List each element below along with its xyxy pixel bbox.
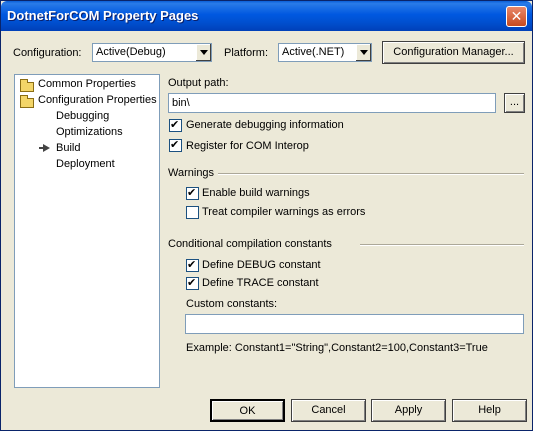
- divider: [218, 173, 524, 175]
- custom-constants-input[interactable]: [185, 314, 524, 334]
- configuration-select-value: Active(Debug): [96, 46, 166, 58]
- custom-constants-label: Custom constants:: [186, 298, 278, 310]
- treat-errors-checkbox[interactable]: [186, 206, 199, 219]
- chevron-down-icon[interactable]: [195, 44, 211, 61]
- close-icon: ✕: [510, 8, 523, 24]
- configuration-manager-button[interactable]: Configuration Manager...: [382, 41, 525, 64]
- close-button[interactable]: ✕: [506, 6, 527, 27]
- configuration-label: Configuration:: [13, 47, 82, 59]
- warnings-heading: Warnings: [168, 167, 215, 179]
- divider: [360, 244, 524, 246]
- generate-debug-label: Generate debugging information: [186, 119, 344, 131]
- arrow-right-icon: [39, 144, 50, 152]
- output-path-value: bin\: [172, 97, 190, 109]
- property-tree: Common Properties Configuration Properti…: [14, 74, 160, 388]
- browse-button[interactable]: ...: [504, 93, 525, 113]
- cancel-button[interactable]: Cancel: [291, 399, 366, 422]
- output-path-input[interactable]: bin\: [168, 93, 496, 113]
- define-debug-checkbox[interactable]: [186, 258, 199, 272]
- generate-debug-checkbox[interactable]: [169, 118, 182, 132]
- register-com-checkbox[interactable]: [169, 138, 182, 152]
- example-text: Example: Constant1="String",Constant2=10…: [186, 342, 488, 354]
- ok-button[interactable]: OK: [210, 399, 285, 422]
- treat-errors-label: Treat compiler warnings as errors: [202, 206, 366, 218]
- define-trace-checkbox[interactable]: [186, 276, 199, 290]
- folder-open-icon: [20, 95, 34, 108]
- help-button[interactable]: Help: [452, 399, 527, 422]
- title-bar[interactable]: DotnetForCOM Property Pages ✕: [1, 1, 532, 31]
- tree-item-label: Common Properties: [38, 78, 136, 90]
- register-com-label: Register for COM Interop: [186, 140, 309, 152]
- tree-item-label: Optimizations: [56, 126, 123, 138]
- define-trace-label: Define TRACE constant: [202, 277, 319, 289]
- chevron-down-icon[interactable]: [355, 44, 371, 61]
- output-path-label: Output path:: [168, 77, 229, 89]
- conditional-heading: Conditional compilation constants: [168, 238, 332, 250]
- tree-item-debugging[interactable]: Debugging: [56, 110, 109, 122]
- enable-warnings-label: Enable build warnings: [202, 187, 310, 199]
- tree-item-label: Deployment: [56, 158, 115, 170]
- enable-warnings-checkbox[interactable]: [186, 186, 199, 200]
- window-title: DotnetForCOM Property Pages: [7, 8, 199, 23]
- tree-item-build[interactable]: Build: [39, 142, 81, 154]
- tree-item-optimizations[interactable]: Optimizations: [56, 126, 123, 138]
- tree-item-deployment[interactable]: Deployment: [56, 158, 115, 170]
- platform-label: Platform:: [224, 47, 269, 59]
- tree-item-label: Build: [56, 142, 81, 154]
- tree-item-label: Debugging: [56, 110, 110, 122]
- folder-icon: [20, 79, 34, 92]
- apply-button[interactable]: Apply: [371, 399, 446, 422]
- configuration-select[interactable]: Active(Debug): [92, 43, 212, 62]
- platform-select-value: Active(.NET): [282, 46, 345, 58]
- property-pages-window: DotnetForCOM Property Pages ✕ Configurat…: [0, 0, 533, 431]
- tree-item-label: Configuration Properties: [38, 94, 157, 106]
- define-debug-label: Define DEBUG constant: [202, 259, 321, 271]
- platform-select[interactable]: Active(.NET): [278, 43, 372, 62]
